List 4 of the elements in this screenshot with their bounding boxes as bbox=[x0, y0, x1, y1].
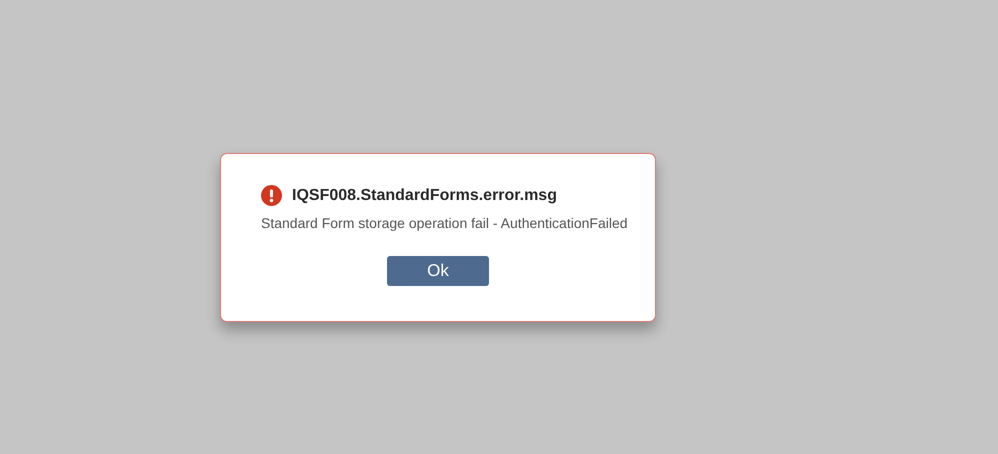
exclamation-icon bbox=[261, 185, 282, 206]
ok-button[interactable]: Ok bbox=[387, 256, 489, 286]
error-message: Standard Form storage operation fail - AuthenticationFailed bbox=[261, 215, 629, 231]
dialog-title: IQSF008.StandardForms.error.msg bbox=[292, 186, 557, 204]
